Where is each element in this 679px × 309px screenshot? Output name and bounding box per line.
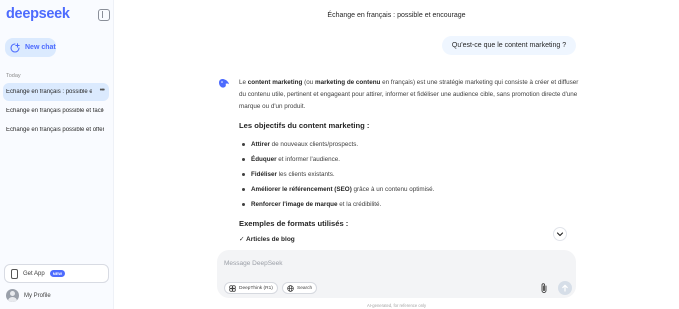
history-section-label: Today	[6, 73, 21, 79]
history-item-label: Échange en français : possible et encour…	[6, 89, 92, 95]
globe-icon	[287, 284, 294, 292]
term-marketing-de-contenu: marketing de contenu	[314, 79, 381, 86]
deepthink-icon	[229, 284, 236, 292]
search-label: Search	[297, 285, 313, 291]
list-item-bold: Améliorer le référencement (SEO)	[251, 185, 352, 193]
deepthink-toggle[interactable]: DeepThink (R1)	[224, 282, 278, 294]
list-item-bold: Éduquer	[251, 155, 277, 163]
list-item: Renforcer l'image de marque et la crédib…	[239, 197, 579, 212]
list-item: Attirer de nouveaux clients/prospects.	[239, 137, 579, 152]
search-toggle[interactable]: Search	[282, 282, 318, 294]
intro-text: Le	[239, 79, 248, 86]
deepseek-logo[interactable]: deepseek	[6, 6, 70, 22]
deepthink-label: DeepThink (R1)	[239, 285, 273, 291]
format-item: ✓ Articles de blog	[239, 235, 295, 243]
assistant-answer: Le content marketing (ou marketing de co…	[239, 77, 579, 245]
term-content-marketing: content marketing	[247, 79, 303, 86]
formats-heading: Exemples de formats utilisés :	[239, 218, 349, 228]
objectives-heading: Les objectifs du content marketing :	[239, 120, 370, 130]
list-item-text: et informer l'audience.	[276, 155, 341, 163]
message-composer: DeepThink (R1) Search	[217, 250, 576, 298]
new-chat-icon	[10, 42, 20, 53]
list-item-bold: Fidéliser	[251, 170, 277, 178]
avatar	[6, 289, 19, 302]
new-chat-button[interactable]: New chat	[5, 38, 56, 57]
history-item-label: Échange en français possible et offert	[6, 127, 104, 133]
profile-button[interactable]: My Profile	[6, 289, 51, 302]
new-badge: NEW	[49, 270, 66, 277]
get-app-label: Get App	[23, 270, 45, 277]
chat-history: Échange en français : possible et encour…	[3, 83, 109, 140]
user-message-bubble: Qu'est-ce que le content marketing ?	[442, 36, 576, 55]
list-item-text: les clients existants.	[276, 170, 335, 178]
list-item: Éduquer et informer l'audience.	[239, 152, 579, 167]
profile-label: My Profile	[24, 292, 51, 299]
list-item-bold: Attirer	[251, 140, 270, 148]
history-item[interactable]: Échange en français possible et facile	[3, 102, 109, 120]
answer-intro: Le content marketing (ou marketing de co…	[239, 77, 579, 114]
deepseek-whale-icon	[219, 79, 229, 88]
phone-icon	[11, 268, 18, 279]
list-item-text: grâce à un contenu optimisé.	[351, 185, 435, 193]
collapse-sidebar-icon[interactable]	[98, 9, 110, 21]
list-item-text: de nouveaux clients/prospects.	[269, 140, 359, 148]
send-arrow-icon	[562, 284, 568, 292]
list-item: Améliorer le référencement (SEO) grâce à…	[239, 182, 579, 197]
message-input[interactable]	[224, 257, 544, 269]
chat-title: Échange en français : possible et encour…	[327, 12, 466, 19]
chevron-down-icon	[556, 232, 564, 237]
history-item-label: Échange en français possible et facile	[6, 108, 104, 114]
more-icon[interactable]: •••	[100, 87, 105, 94]
history-item[interactable]: Échange en français possible et offert	[3, 121, 109, 139]
disclaimer: AI-generated, for reference only	[366, 303, 427, 308]
list-item: Fidéliser les clients existants.	[239, 167, 579, 182]
history-item-active[interactable]: Échange en français : possible et encour…	[3, 83, 109, 101]
brand-row: deepseek	[6, 6, 110, 23]
new-chat-label: New chat	[25, 44, 56, 51]
paperclip-icon[interactable]	[539, 282, 549, 294]
sidebar: deepseek New chat Today Échange en franç…	[0, 0, 114, 309]
list-item-bold: Renforcer l'image de marque	[251, 200, 338, 208]
chat-main: Échange en français : possible et encour…	[114, 0, 679, 309]
intro-text: (ou	[302, 79, 315, 86]
scroll-to-bottom-button[interactable]	[553, 227, 567, 241]
get-app-button[interactable]: Get App NEW	[4, 264, 109, 283]
list-item-text: et la crédibilité.	[337, 200, 382, 208]
send-button[interactable]	[558, 281, 572, 295]
objectives-list: Attirer de nouveaux clients/prospects. É…	[239, 137, 579, 212]
